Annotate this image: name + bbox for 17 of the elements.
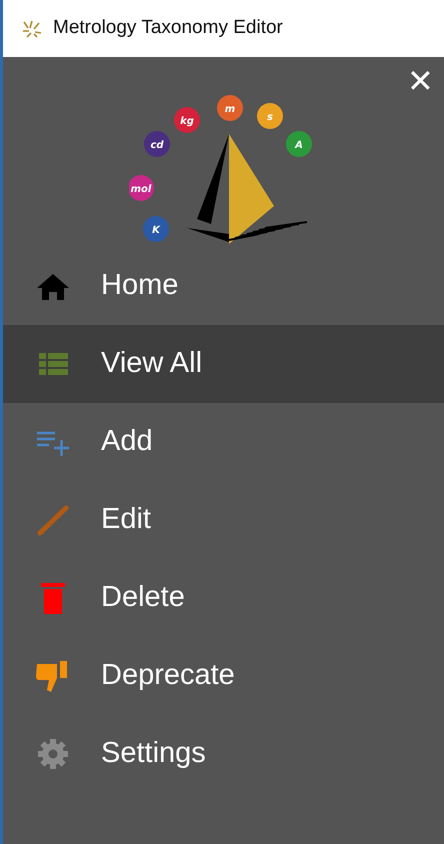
menu-item[interactable]: Edit [3,481,444,559]
menu-item[interactable]: Home [3,247,444,325]
unit-label: kg [180,116,194,127]
unit-label: s [266,112,272,123]
menu-item[interactable]: Delete [3,559,444,637]
close-button[interactable]: ✕ [403,65,438,97]
app-icon [21,18,43,38]
menu-item[interactable]: Settings [3,715,444,793]
menu-item[interactable]: Add [3,403,444,481]
unit-label: m [224,104,235,115]
unit-label: cd [150,140,164,151]
window-title: Metrology Taxonomy Editor [53,16,283,40]
unit-label: A [294,140,302,151]
menu-item[interactable]: Deprecate [3,637,444,715]
unit-label: mol [130,184,151,195]
unit-label: K [152,225,160,236]
menu-item[interactable]: View All [3,325,444,403]
